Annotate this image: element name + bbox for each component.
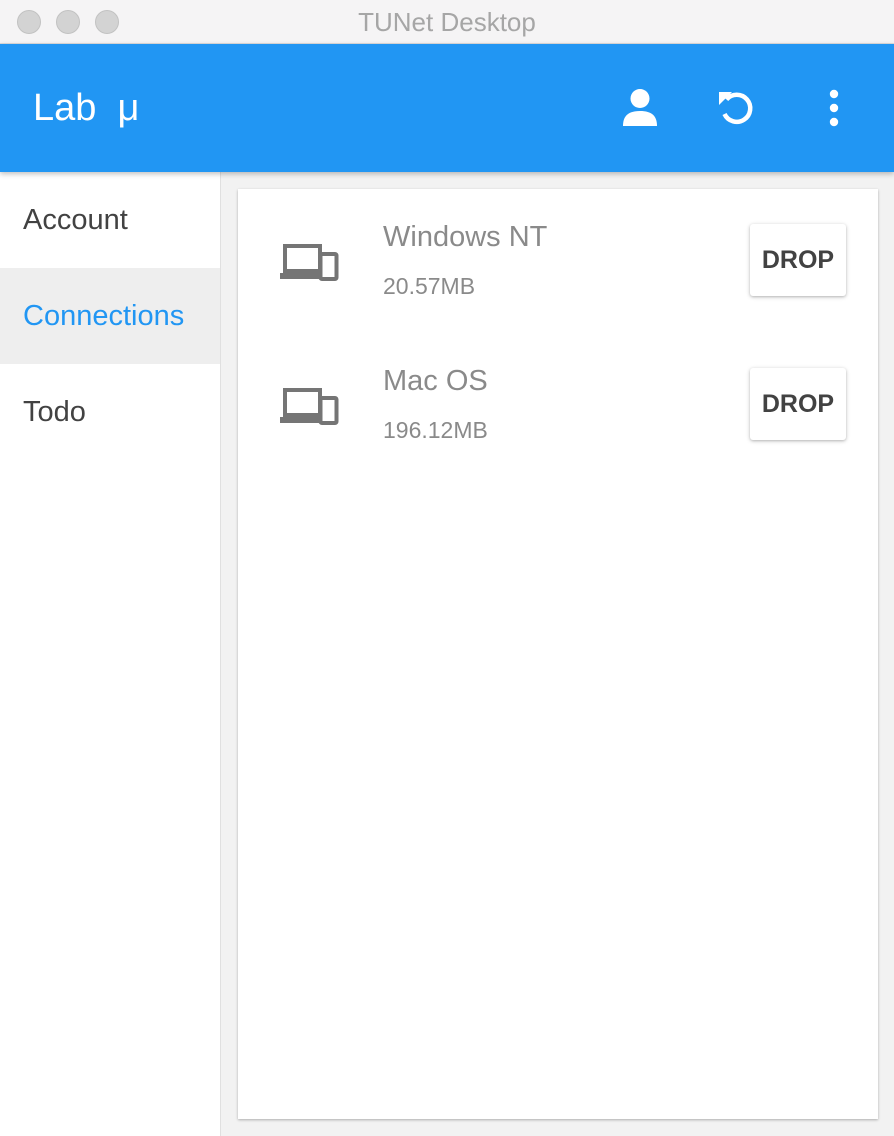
connection-item: Windows NT 20.57MB DROP [238, 189, 878, 333]
connections-card: Windows NT 20.57MB DROP Mac OS 196.12MB … [238, 189, 878, 1119]
account-icon [623, 89, 657, 126]
account-button[interactable] [612, 80, 668, 136]
sidebar-nav: Account Connections Todo [0, 172, 221, 1136]
app-title: Lab μ [33, 87, 140, 129]
drop-button[interactable]: DROP [750, 368, 846, 440]
sidebar-item-account[interactable]: Account [0, 172, 220, 268]
refresh-button[interactable] [708, 80, 764, 136]
connection-usage: 196.12MB [383, 417, 488, 443]
refresh-icon [719, 92, 753, 125]
connection-name: Mac OS [383, 365, 488, 397]
connection-item: Mac OS 196.12MB DROP [238, 333, 878, 477]
more-options-button[interactable] [806, 80, 862, 136]
app-bar: Lab μ [0, 44, 894, 172]
window-title: TUNet Desktop [358, 7, 536, 37]
devices-icon [280, 244, 339, 281]
devices-icon [280, 388, 339, 425]
more-vert-icon [829, 89, 839, 127]
window-titlebar[interactable]: TUNet Desktop [0, 0, 894, 44]
connection-name: Windows NT [383, 221, 548, 253]
main-content: Windows NT 20.57MB DROP Mac OS 196.12MB … [221, 172, 894, 1136]
sidebar-item-connections[interactable]: Connections [0, 268, 220, 364]
sidebar-item-todo[interactable]: Todo [0, 364, 220, 460]
connection-usage: 20.57MB [383, 273, 476, 299]
app-window: TUNet Desktop Lab μ Account Connections … [0, 0, 894, 1136]
drop-button[interactable]: DROP [750, 224, 846, 296]
